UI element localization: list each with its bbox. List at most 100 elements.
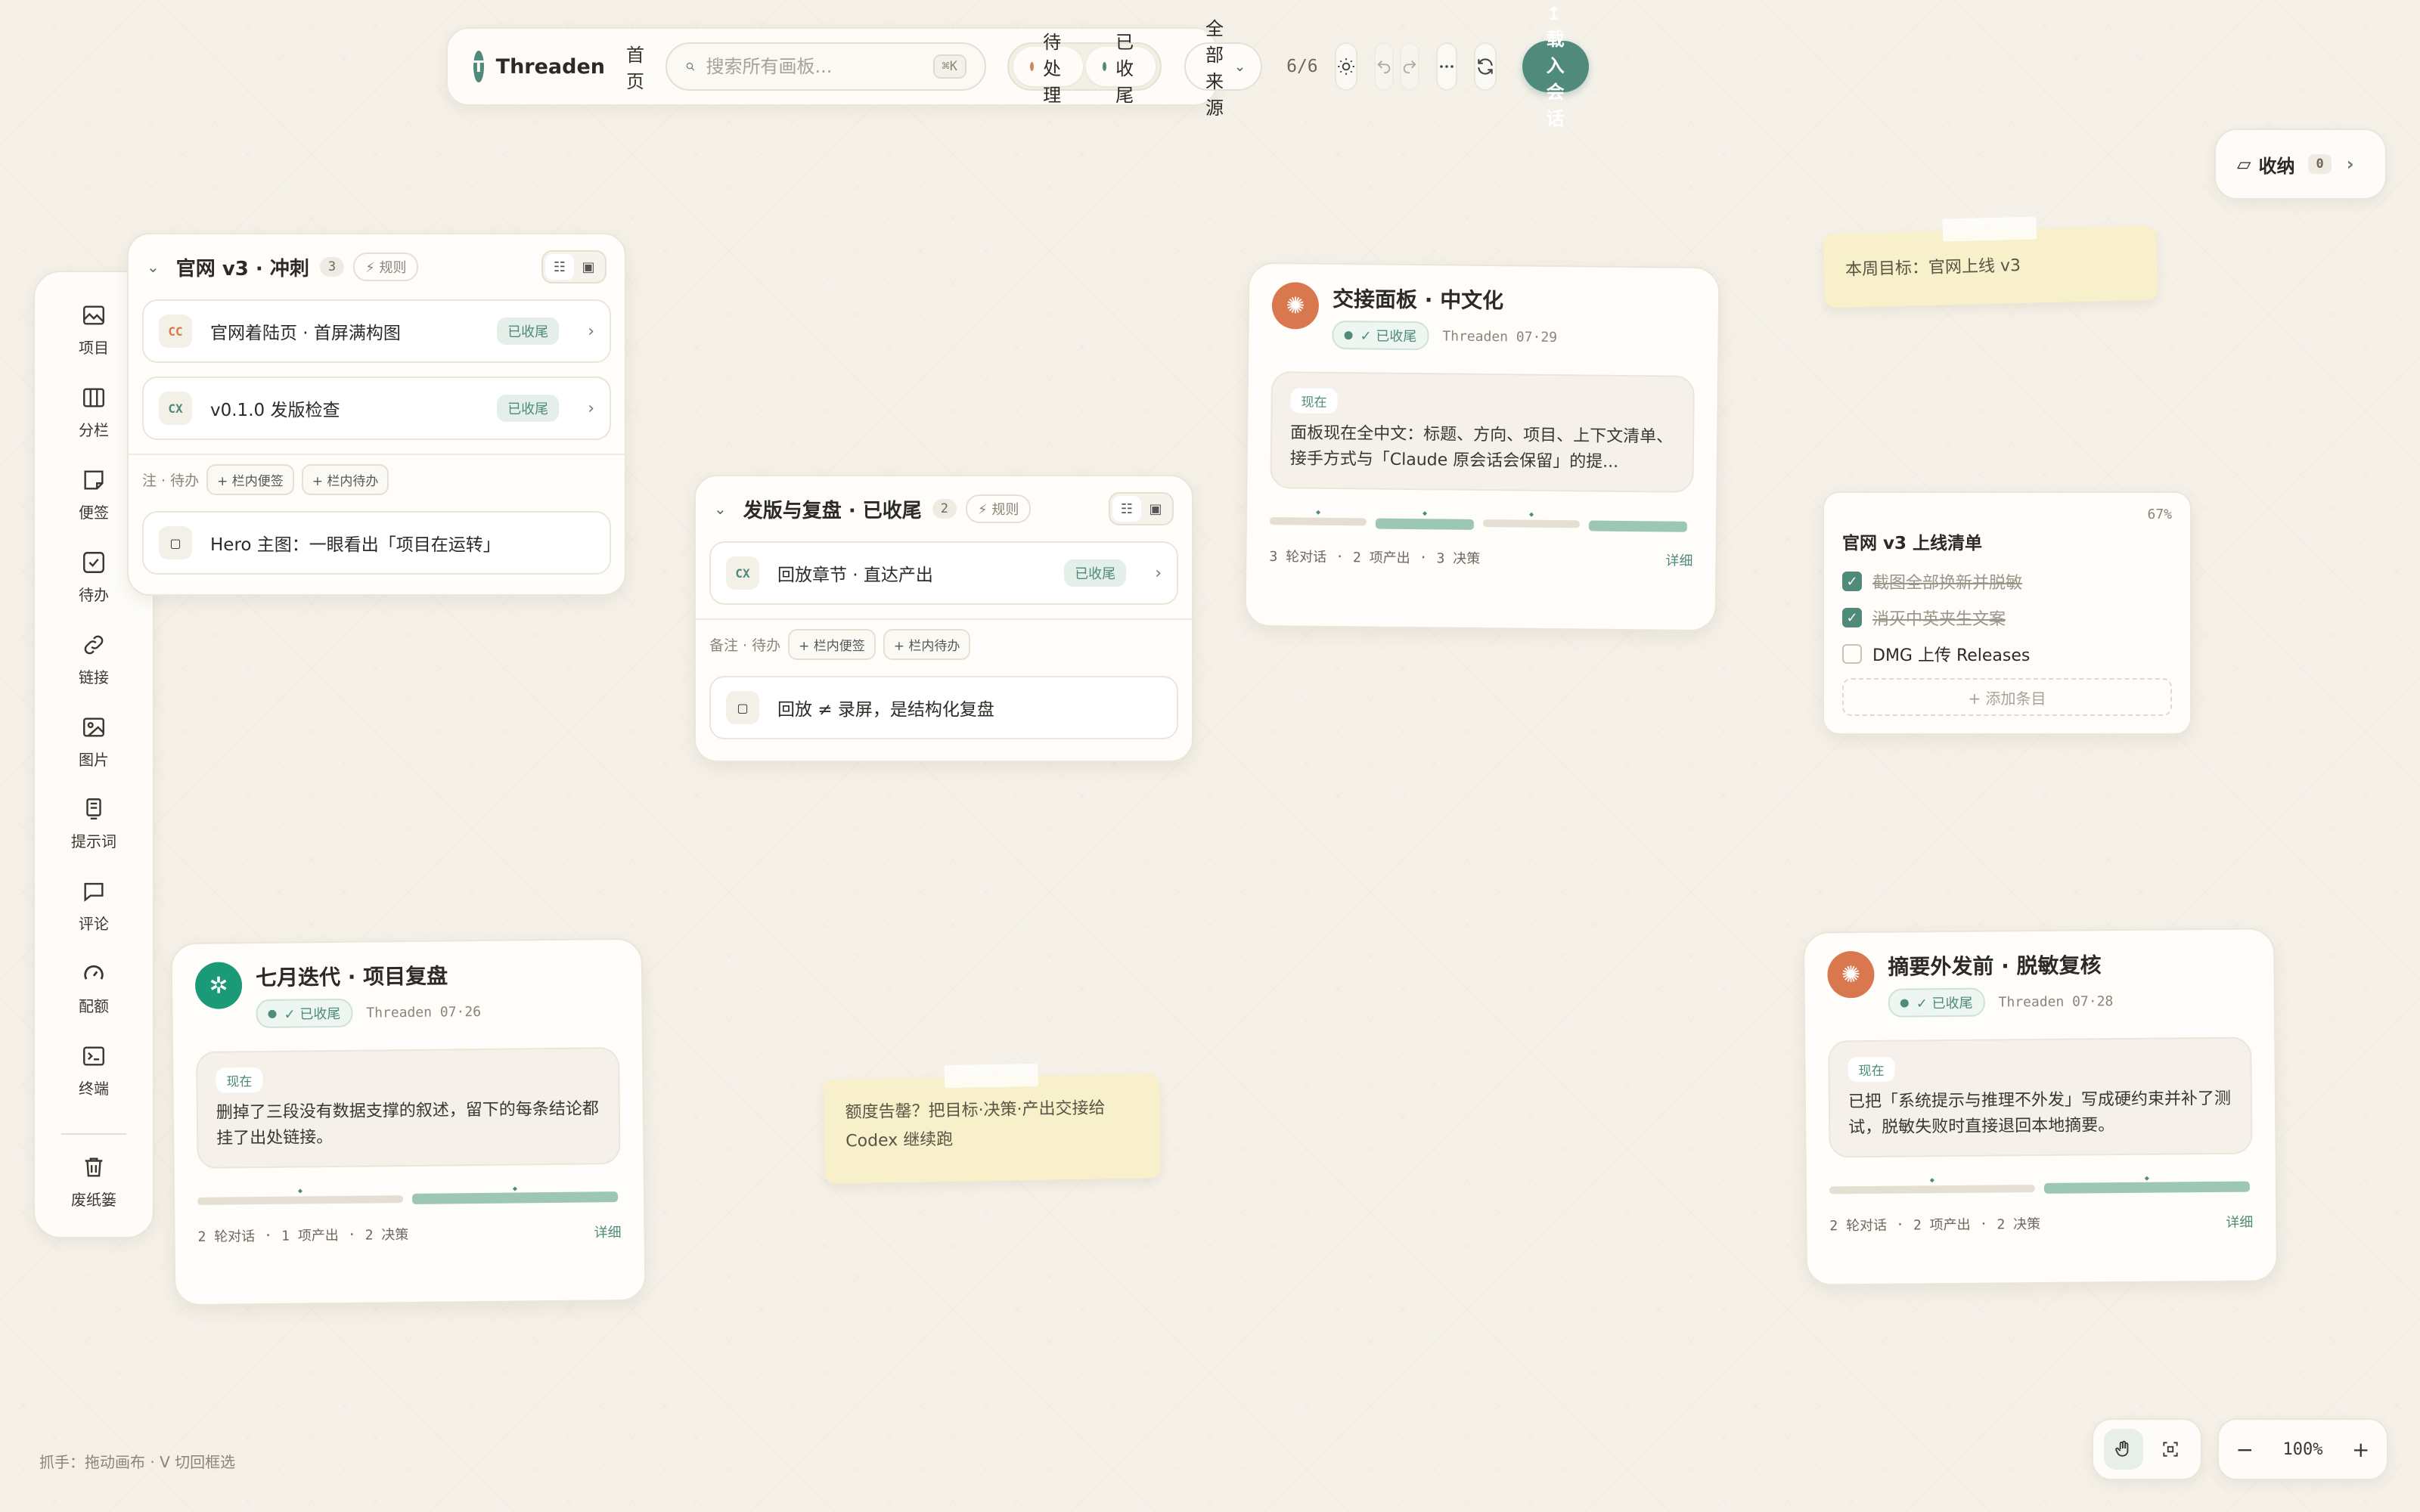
sticky-note-weekly-goal[interactable]: 本周目标：官网上线 v3 xyxy=(1823,216,2158,308)
load-session-button[interactable]: ↥ 载入会话 xyxy=(1522,3,1589,129)
board-count: 6/6 xyxy=(1286,57,1318,76)
sticky-note-quota[interactable]: 额度告罄？把目标·决策·产出交接给 Codex 继续跑 xyxy=(823,1063,1162,1184)
source-select-value: 全部来源 xyxy=(1205,18,1224,119)
detail-link[interactable]: 详细 xyxy=(2226,1212,2253,1232)
card-view-icon[interactable]: ▣ xyxy=(1141,496,1170,522)
now-text: 面板现在全中文：标题、方向、项目、上下文清单、接手方式与「Claude 原会话会… xyxy=(1289,423,1674,472)
checklist-item-text: DMG 上传 Releases xyxy=(1872,646,2031,665)
sidebar-item-todo[interactable]: 待办 xyxy=(79,550,109,632)
card-view-icon[interactable]: ▣ xyxy=(574,254,603,280)
rule-badge[interactable]: ⚡ 规则 xyxy=(966,494,1032,523)
refresh-button[interactable] xyxy=(1473,42,1497,91)
stat-turns: 3 轮对话 xyxy=(1269,549,1327,565)
note-bar: 备注 · 待办 + 栏内便签 + 栏内待办 xyxy=(696,618,1192,668)
now-text: 删掉了三段没有数据支撑的叙述，留下的每条结论都挂了出处链接。 xyxy=(216,1099,599,1148)
checklist-progress: 67% xyxy=(2147,507,2172,522)
checkbox-checked-icon[interactable]: ✓ xyxy=(1842,608,1862,627)
source-select[interactable]: 全部来源 ⌄ xyxy=(1184,18,1263,119)
sidebar-item-image[interactable]: 图片 xyxy=(79,714,109,797)
sidebar-item-prompt[interactable]: 提示词 xyxy=(71,796,116,878)
zoom-control: − 100% + xyxy=(2217,1418,2388,1480)
sidebar-item-comment[interactable]: 评论 xyxy=(79,878,109,961)
sidebar-item-trash[interactable]: 废纸篓 xyxy=(71,1154,116,1237)
checklist-item-text: 消灭中英夹生文案 xyxy=(1872,610,2006,629)
list-item[interactable]: CC 官网着陆页 · 首屏满构图 已收尾 › xyxy=(142,299,611,363)
list-item[interactable]: CX v0.1.0 发版检查 已收尾 › xyxy=(142,376,611,440)
collapse-tray-button[interactable]: ▱ 收纳 0 › xyxy=(2214,129,2387,200)
item-title: 官网着陆页 · 首屏满构图 xyxy=(210,324,401,343)
checklist-item[interactable]: ✓ 消灭中英夹生文案 xyxy=(1842,600,2172,636)
filter-pending-button[interactable]: 待处理 xyxy=(1013,32,1084,106)
zoom-out-button[interactable]: − xyxy=(2229,1429,2260,1470)
list-item[interactable]: CX 回放章节 · 直达产出 已收尾 › xyxy=(709,541,1178,605)
checkbox-unchecked-icon[interactable] xyxy=(1842,644,1862,664)
select-tool-button[interactable] xyxy=(2151,1429,2190,1470)
trash-icon xyxy=(85,1157,103,1177)
session-card-redaction[interactable]: ✺ 摘要外发前 · 脱敏复核 ✓ 已收尾 Threaden 07·28 现在 已… xyxy=(1802,928,2279,1286)
stat-decisions: 3 决策 xyxy=(1436,550,1481,567)
turn-timeline xyxy=(1829,1176,2250,1194)
view-toggle: ☷ ▣ xyxy=(541,250,607,284)
checklist-item[interactable]: ✓ 截图全部换新并脱敏 xyxy=(1842,563,2172,600)
hand-tool-button[interactable] xyxy=(2104,1429,2143,1470)
memo-item[interactable]: ▢ Hero 主图：一眼看出「项目在运转」 xyxy=(142,511,611,575)
checkbox-checked-icon[interactable]: ✓ xyxy=(1842,572,1862,591)
group-header: ⌄ 发版与复盘 · 已收尾 2 ⚡ 规则 ☷ ▣ xyxy=(696,476,1192,541)
top-toolbar: T Threaden 首页 ⌘K 待处理 已收尾 全部来源 ⌄ 6/6 ↥ 载入… xyxy=(446,3,1589,129)
search-box[interactable]: ⌘K xyxy=(666,42,987,91)
more-button[interactable] xyxy=(1435,42,1457,91)
sidebar-item-label: 评论 xyxy=(79,915,109,934)
sidebar-item-quota[interactable]: 配额 xyxy=(79,961,109,1043)
filter-done-button[interactable]: 已收尾 xyxy=(1086,32,1156,106)
sidebar-item-label: 废纸篓 xyxy=(71,1191,116,1210)
app-logo: T xyxy=(473,51,484,82)
theme-toggle-button[interactable] xyxy=(1334,42,1357,91)
stat-outputs: 1 项产出 xyxy=(281,1227,339,1244)
chevron-down-icon[interactable]: ⌄ xyxy=(147,258,160,276)
now-summary: 现在 面板现在全中文：标题、方向、项目、上下文清单、接手方式与「Claude 原… xyxy=(1270,371,1696,493)
chevron-right-icon: › xyxy=(588,321,594,341)
sidebar-item-sticky[interactable]: 便签 xyxy=(79,467,109,550)
undo-button[interactable] xyxy=(1373,42,1394,91)
chevron-down-icon[interactable]: ⌄ xyxy=(714,500,727,518)
turn-timeline xyxy=(1269,510,1687,532)
tray-icon: ▱ xyxy=(2237,153,2251,175)
rule-badge[interactable]: ⚡ 规则 xyxy=(353,253,419,281)
add-todo-button[interactable]: + 栏内待办 xyxy=(301,463,389,495)
session-card-handoff[interactable]: ✺ 交接面板 · 中文化 ✓ 已收尾 Threaden 07·29 现在 面板现… xyxy=(1244,262,1720,632)
group-title: 官网 v3 · 冲刺 xyxy=(175,257,309,280)
sidebar-item-label: 提示词 xyxy=(71,832,116,851)
more-icon xyxy=(1439,65,1454,68)
redo-button[interactable] xyxy=(1399,42,1419,91)
sidebar-item-link[interactable]: 链接 xyxy=(79,632,109,714)
group-count: 2 xyxy=(932,499,957,519)
group-card-sprint[interactable]: ⌄ 官网 v3 · 冲刺 3 ⚡ 规则 ☷ ▣ CC 官网着陆页 · 首屏满构图… xyxy=(127,233,626,596)
session-card-july[interactable]: ✲ 七月迭代 · 项目复盘 ✓ 已收尾 Threaden 07·26 现在 删掉… xyxy=(170,937,647,1306)
checklist-card[interactable]: 67% 官网 v3 上线清单 ✓ 截图全部换新并脱敏 ✓ 消灭中英夹生文案 DM… xyxy=(1823,491,2192,735)
search-input[interactable] xyxy=(706,56,933,77)
add-item-button[interactable]: + 添加条目 xyxy=(1842,678,2172,716)
sidebar-item-terminal[interactable]: 终端 xyxy=(79,1043,109,1126)
sticky-note-icon: ▢ xyxy=(726,691,759,724)
stat-decisions: 2 决策 xyxy=(1996,1216,2041,1233)
checklist-item[interactable]: DMG 上传 Releases xyxy=(1842,636,2172,672)
now-chip: 现在 xyxy=(1290,388,1338,414)
list-view-icon[interactable]: ☷ xyxy=(1112,496,1141,522)
list-view-icon[interactable]: ☷ xyxy=(545,254,574,280)
add-note-button[interactable]: + 栏内便签 xyxy=(788,628,876,660)
detail-link[interactable]: 详细 xyxy=(1665,550,1692,570)
sidebar-item-columns[interactable]: 分栏 xyxy=(79,385,109,467)
sidebar-divider xyxy=(61,1133,126,1136)
detail-link[interactable]: 详细 xyxy=(594,1222,621,1241)
add-note-button[interactable]: + 栏内便签 xyxy=(206,463,294,495)
add-todo-button[interactable]: + 栏内待办 xyxy=(883,628,971,660)
collapse-count: 0 xyxy=(2308,154,2332,174)
sidebar-item-project[interactable]: 项目 xyxy=(79,302,109,385)
link-icon xyxy=(84,635,104,654)
zoom-in-button[interactable]: + xyxy=(2345,1429,2376,1470)
group-card-release[interactable]: ⌄ 发版与复盘 · 已收尾 2 ⚡ 规则 ☷ ▣ CX 回放章节 · 直达产出 … xyxy=(694,475,1193,762)
memo-item[interactable]: ▢ 回放 ≠ 录屏，是结构化复盘 xyxy=(709,676,1178,739)
status-filter: 待处理 已收尾 xyxy=(1007,32,1162,106)
now-text: 已把「系统提示与推理不外发」写成硬约束并补了测试，脱敏失败时直接退回本地摘要。 xyxy=(1848,1089,2232,1138)
home-link[interactable]: 首页 xyxy=(626,40,644,93)
